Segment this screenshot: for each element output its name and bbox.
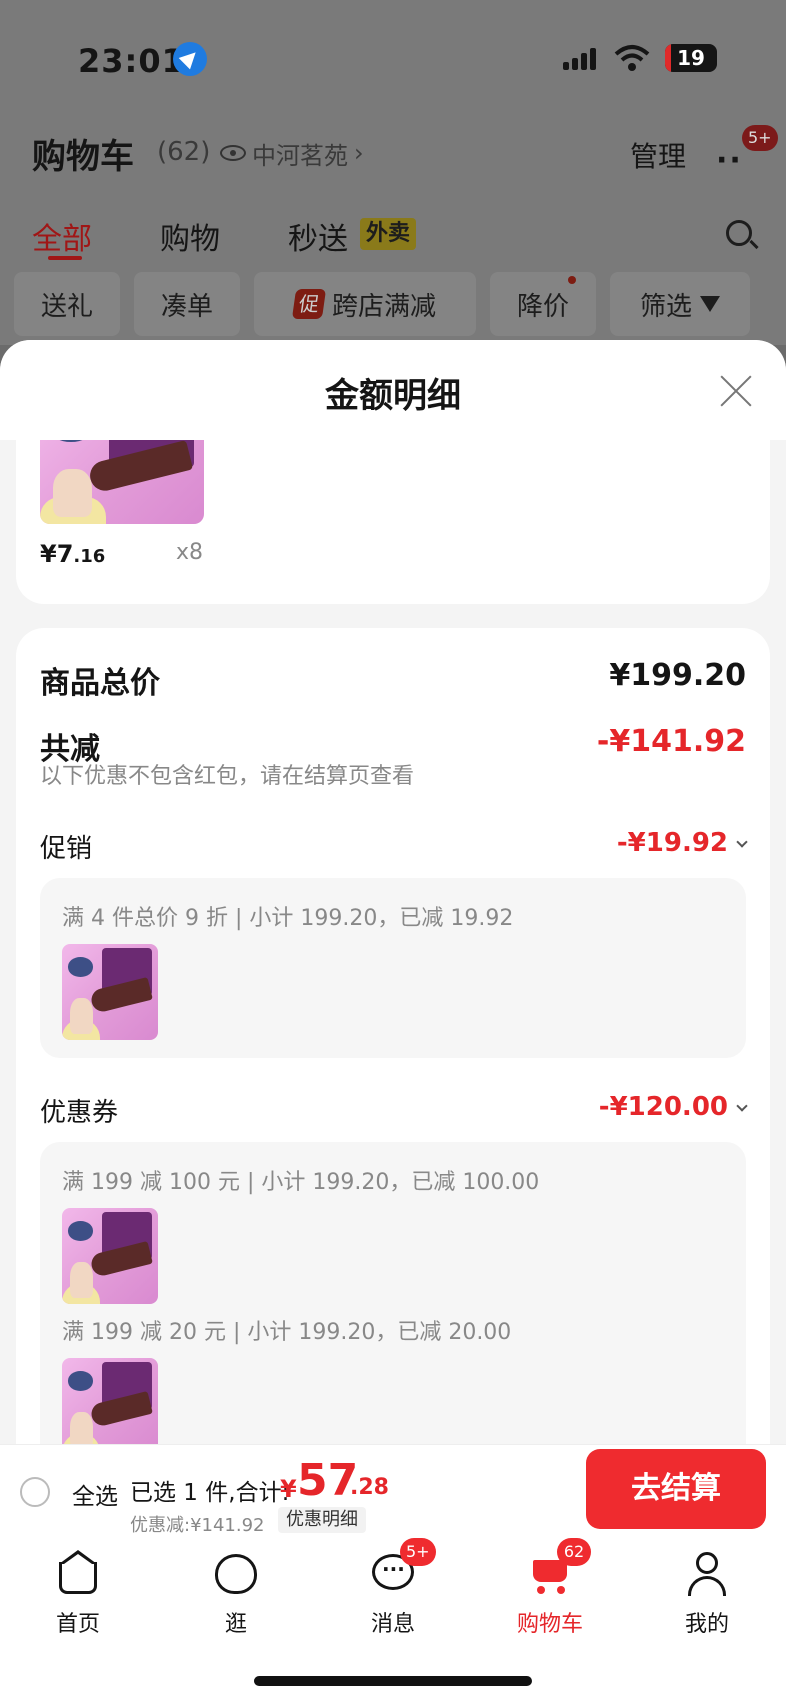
tab-home[interactable]: 首页 <box>28 1550 128 1638</box>
cart-icon: 62 <box>527 1538 591 1596</box>
total-dec: .28 <box>350 1475 389 1500</box>
more-icon[interactable]: ·· <box>716 143 743 178</box>
battery-indicator: 19 <box>665 44 717 72</box>
chevron-right-icon: › <box>354 139 364 167</box>
tab-browse-label: 逛 <box>224 1612 247 1637</box>
signal-icon <box>563 48 599 70</box>
coupon-product-thumb-1[interactable] <box>62 1208 158 1304</box>
search-icon[interactable] <box>726 220 752 246</box>
coupon-rule-1: 满 199 减 100 元 | 小计 199.20，已减 100.00 <box>62 1170 540 1195</box>
profile-icon <box>684 1550 730 1596</box>
more-badge: 5+ <box>742 125 778 151</box>
bottom-tab-bar: 首页 逛 5+ 消息 62 购物车 我的 <box>0 1536 786 1704</box>
page-title: 购物车 <box>32 137 134 177</box>
tab-express[interactable]: 秒送 <box>288 214 348 258</box>
price-int: 7 <box>56 540 74 568</box>
cart-count: (62) <box>157 137 211 167</box>
promotion-product-thumb[interactable] <box>62 944 158 1040</box>
takeout-tag: 外卖 <box>360 218 417 250</box>
wifi-icon <box>614 45 650 71</box>
chevron-down-icon <box>736 836 748 848</box>
cart-badge: 62 <box>557 1538 591 1566</box>
home-indicator <box>254 1676 532 1686</box>
product-quantity: x8 <box>176 540 204 565</box>
coupon-rule-2: 满 199 减 20 元 | 小计 199.20，已减 20.00 <box>62 1320 512 1345</box>
chevron-down-icon <box>736 1100 748 1112</box>
product-art <box>62 944 158 1040</box>
address-selector[interactable]: 中河茗苑 › <box>220 135 364 171</box>
promotion-toggle[interactable]: -¥19.92 <box>616 828 748 858</box>
message-icon: 5+ <box>370 1538 436 1596</box>
cart-header: 购物车 (62) 中河茗苑 › 管理 ·· 5+ <box>0 125 786 185</box>
filter-icon <box>700 296 720 312</box>
coupon-detail: 满 199 减 100 元 | 小计 199.20，已减 100.00 满 19… <box>40 1142 746 1444</box>
chip-cross-store-label: 跨店满减 <box>331 291 436 322</box>
tab-all[interactable]: 全部 <box>32 214 92 258</box>
promotion-label: 促销 <box>40 834 93 864</box>
chip-cross-store[interactable]: 促 跨店满减 <box>254 272 476 336</box>
promotion-value: -¥19.92 <box>616 828 728 858</box>
promo-tag-icon: 促 <box>291 289 327 319</box>
home-icon <box>55 1550 101 1596</box>
product-price: ¥7.16 <box>40 540 105 568</box>
close-icon[interactable] <box>718 372 754 408</box>
chip-gift[interactable]: 送礼 <box>14 272 120 336</box>
address-label: 中河茗苑 <box>252 141 348 170</box>
coupon-toggle[interactable]: -¥120.00 <box>598 1092 748 1122</box>
discount-summary: 优惠减:¥141.92 <box>130 1515 265 1536</box>
sheet-header: 金额明细 <box>0 340 786 440</box>
sheet-title: 金额明细 <box>325 376 461 416</box>
tab-messages-label: 消息 <box>370 1612 415 1637</box>
eye-icon <box>220 145 246 161</box>
tab-home-label: 首页 <box>55 1612 100 1637</box>
amount-detail-sheet: 金额明细 ¥7.16 x8 商品总价 ¥199.20 共减 -¥141.92 以… <box>0 340 786 1444</box>
messages-badge: 5+ <box>400 1538 436 1566</box>
price-dec: .16 <box>73 546 106 567</box>
promotion-detail: 满 4 件总价 9 折 | 小计 199.20，已减 19.92 <box>40 878 746 1058</box>
chip-bundle[interactable]: 凑单 <box>134 272 240 336</box>
select-all-checkbox[interactable] <box>20 1477 50 1507</box>
location-arrow-icon <box>173 42 207 76</box>
tab-shopping[interactable]: 购物 <box>160 214 220 258</box>
clock: 23:01 <box>78 42 185 80</box>
tab-profile[interactable]: 我的 <box>657 1550 757 1638</box>
tab-messages[interactable]: 5+ 消息 <box>343 1538 443 1638</box>
cart-page-background: 23:01 19 购物车 (62) 中河茗苑 › 管理 ·· 5+ 全部 购物 … <box>0 0 786 345</box>
price-symbol: ¥ <box>40 540 57 568</box>
cart-tabs: 全部 购物 秒送 外卖 <box>0 210 786 260</box>
chip-filter-label: 筛选 <box>639 291 692 322</box>
discount-value: -¥141.92 <box>596 724 746 759</box>
select-all-label[interactable]: 全选 <box>72 1477 118 1511</box>
browse-face-icon <box>213 1550 259 1596</box>
discount-detail-button[interactable]: 优惠明细 <box>278 1507 366 1533</box>
checkout-button[interactable]: 去结算 <box>586 1449 766 1529</box>
tab-profile-label: 我的 <box>684 1612 729 1637</box>
discount-hint: 以下优惠不包含红包，请在结算页查看 <box>40 764 415 789</box>
chip-filter[interactable]: 筛选 <box>610 272 750 336</box>
product-art <box>62 1358 158 1444</box>
tab-cart-label: 购物车 <box>516 1612 583 1637</box>
filter-chips: 送礼 凑单 促 跨店满减 降价 筛选 <box>14 272 774 338</box>
price-summary-card: 商品总价 ¥199.20 共减 -¥141.92 以下优惠不包含红包，请在结算页… <box>16 628 770 1444</box>
tab-underline <box>48 256 82 260</box>
chip-price-drop[interactable]: 降价 <box>490 272 596 336</box>
tab-cart[interactable]: 62 购物车 <box>500 1538 600 1638</box>
product-art <box>62 1208 158 1304</box>
tab-browse[interactable]: 逛 <box>186 1550 286 1638</box>
total-value: ¥199.20 <box>609 658 746 693</box>
total-symbol: ¥ <box>280 1475 297 1503</box>
coupon-label: 优惠券 <box>40 1098 119 1128</box>
selected-summary: 已选 1 件,合计: <box>130 1480 290 1506</box>
total-label: 商品总价 <box>40 666 160 701</box>
notification-dot <box>568 276 576 284</box>
coupon-product-thumb-2[interactable] <box>62 1358 158 1444</box>
checkout-bar: 全选 已选 1 件,合计: ¥ 57 .28 优惠减:¥141.92 优惠明细 … <box>0 1444 786 1536</box>
status-bar: 23:01 19 <box>0 38 786 80</box>
manage-button[interactable]: 管理 <box>630 135 686 175</box>
coupon-value: -¥120.00 <box>598 1092 728 1122</box>
promotion-rule: 满 4 件总价 9 折 | 小计 199.20，已减 19.92 <box>62 906 514 931</box>
